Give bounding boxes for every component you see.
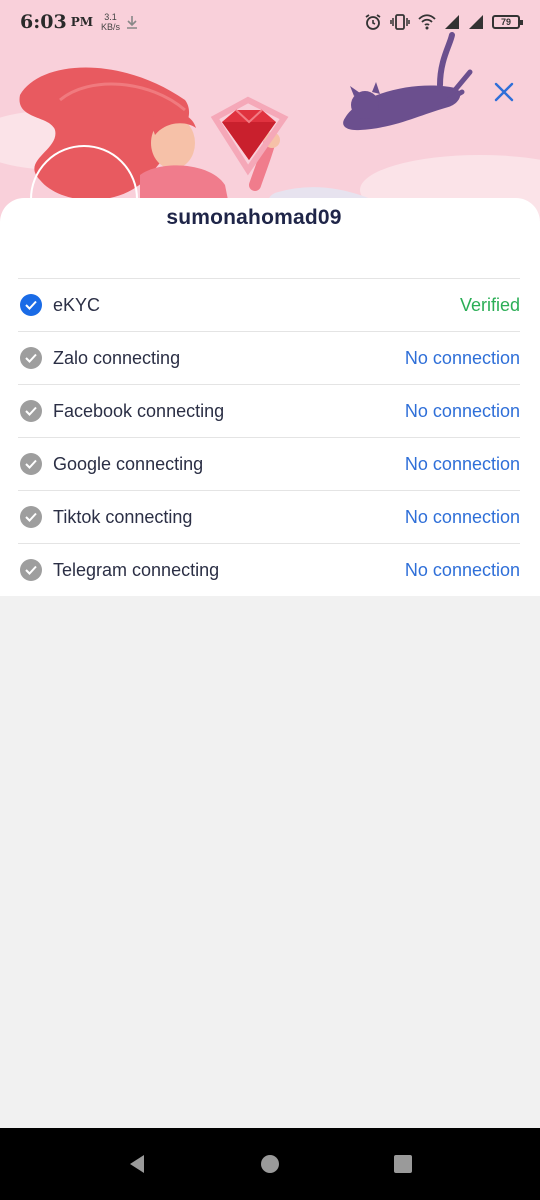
connection-label: Google connecting bbox=[53, 453, 204, 474]
connection-status-link[interactable]: No connection bbox=[405, 560, 520, 581]
back-icon[interactable] bbox=[126, 1153, 148, 1175]
close-icon[interactable] bbox=[490, 78, 518, 106]
connection-row-google[interactable]: Google connecting No connection bbox=[18, 437, 520, 490]
home-icon[interactable] bbox=[259, 1153, 281, 1175]
connection-status-link[interactable]: No connection bbox=[405, 348, 520, 369]
connection-label: Tiktok connecting bbox=[53, 506, 193, 527]
check-circle-icon bbox=[20, 559, 42, 581]
signal-icon-1 bbox=[445, 15, 459, 29]
download-icon bbox=[127, 16, 138, 29]
check-circle-icon bbox=[20, 347, 42, 369]
status-bar: 6:03 PM 3.1 KB/s 79 bbox=[0, 0, 540, 44]
username: sumonahomad09 bbox=[166, 206, 342, 229]
connection-row-facebook[interactable]: Facebook connecting No connection bbox=[18, 384, 520, 437]
connection-status-link[interactable]: No connection bbox=[405, 507, 520, 528]
connection-label: Telegram connecting bbox=[53, 559, 220, 580]
connection-label: Facebook connecting bbox=[53, 400, 225, 421]
clock-ampm: PM bbox=[70, 15, 93, 29]
vibrate-icon bbox=[390, 14, 410, 30]
network-speed-value: 3.1 bbox=[104, 12, 117, 22]
network-speed-unit: KB/s bbox=[101, 22, 121, 32]
clock-time: 6:03 bbox=[20, 11, 67, 33]
status-icons: 79 bbox=[364, 13, 523, 31]
connection-label: Zalo connecting bbox=[53, 347, 181, 368]
connection-row-telegram[interactable]: Telegram connecting No connection bbox=[18, 543, 520, 596]
connection-status-link[interactable]: No connection bbox=[405, 454, 520, 475]
network-speed: 3.1 KB/s bbox=[101, 12, 120, 32]
battery-icon: 79 bbox=[492, 15, 523, 29]
connection-row-zalo[interactable]: Zalo connecting No connection bbox=[18, 331, 520, 384]
avatar[interactable] bbox=[30, 145, 138, 253]
check-circle-icon bbox=[20, 506, 42, 528]
recents-icon[interactable] bbox=[392, 1153, 414, 1175]
system-nav-bar bbox=[0, 1128, 540, 1200]
check-circle-icon bbox=[20, 453, 42, 475]
check-circle-icon bbox=[20, 294, 42, 316]
connection-status-link[interactable]: No connection bbox=[405, 401, 520, 422]
signal-icon-2 bbox=[469, 15, 483, 29]
alarm-icon bbox=[365, 14, 381, 30]
connection-row-tiktok[interactable]: Tiktok connecting No connection bbox=[18, 490, 520, 543]
connection-status: Verified bbox=[459, 294, 520, 315]
wifi-icon bbox=[418, 14, 436, 30]
check-circle-icon bbox=[20, 400, 42, 422]
connection-row-ekyc[interactable]: eKYC Verified bbox=[18, 278, 520, 331]
connection-label: eKYC bbox=[53, 294, 101, 315]
connection-list: eKYC Verified Zalo connecting No connect… bbox=[18, 278, 520, 596]
